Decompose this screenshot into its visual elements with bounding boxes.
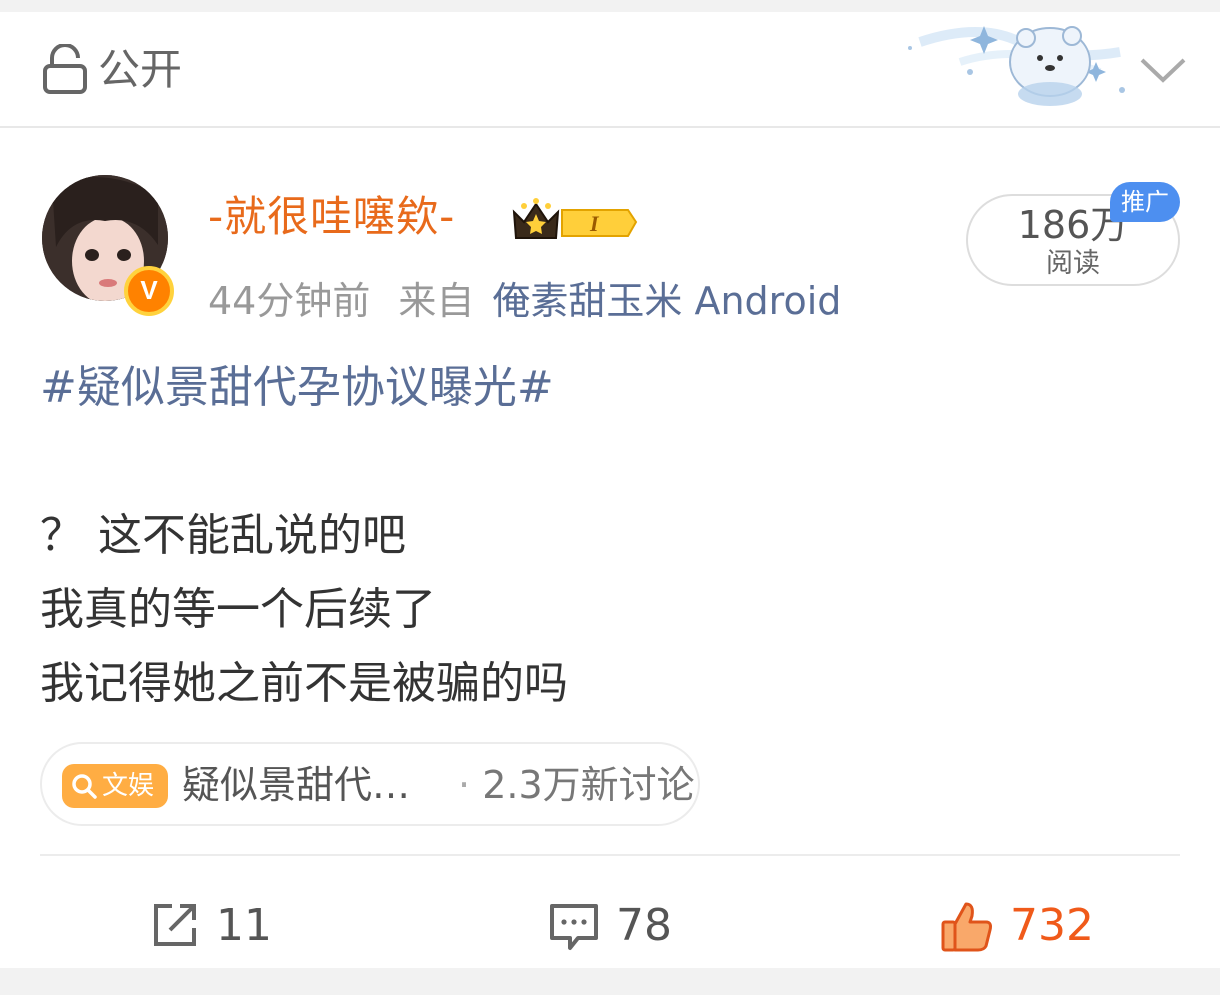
post-text-line: 我记得她之前不是被骗的吗 — [40, 658, 568, 709]
privacy-bar[interactable]: 公开 — [0, 12, 1220, 128]
crown-level-badge[interactable]: I — [510, 198, 638, 246]
topic-title: 疑似景甜代… — [182, 763, 411, 807]
like-count: 732 — [1010, 900, 1094, 951]
share-icon — [154, 904, 196, 946]
hashtag-link[interactable]: #疑似景甜代孕协议曝光# — [40, 358, 554, 418]
post-meta: 44分钟前 来自 俺素甜玉米 Android — [208, 274, 841, 328]
chevron-down-icon[interactable] — [1138, 52, 1188, 88]
comment-count: 78 — [616, 900, 672, 951]
promote-badge[interactable]: 推广 — [1110, 182, 1180, 222]
privacy-label: 公开 — [98, 45, 183, 94]
topic-category-label: 文娱 — [102, 771, 155, 801]
verified-badge: V — [124, 266, 174, 316]
username[interactable]: -就很哇噻欸- — [208, 189, 455, 245]
thumbs-up-icon — [941, 902, 992, 952]
from-label: 来自 — [398, 279, 475, 323]
topic-card[interactable]: 文娱 疑似景甜代… · 2.3万新讨论 — [40, 742, 700, 826]
svg-text:I: I — [589, 211, 600, 236]
topic-count-value: 2.3万新讨论 — [482, 763, 695, 807]
post-text-line: ？ 这不能乱说的吧 — [40, 510, 406, 561]
like-button[interactable]: 732 — [940, 892, 1100, 962]
weibo-post-page: 公开 V -就很哇噻欸- I 44分钟前 来自 俺素甜玉米 Android 18… — [0, 12, 1220, 968]
search-icon — [72, 774, 97, 799]
comment-icon — [550, 904, 598, 950]
lock-icon — [43, 44, 87, 94]
reads-label: 阅读 — [1046, 248, 1100, 279]
post-text-line: 我真的等一个后续了 — [40, 584, 436, 635]
topic-category-tag: 文娱 — [62, 764, 168, 808]
source-app[interactable]: 俺素甜玉米 Android — [492, 279, 841, 323]
topic-discussion-count: · 2.3万新讨论 — [458, 758, 695, 812]
repost-button[interactable]: 11 — [150, 892, 290, 962]
divider — [40, 854, 1180, 856]
bear-sticker-decoration — [908, 26, 1125, 106]
comment-button[interactable]: 78 — [548, 892, 688, 962]
post-time: 44分钟前 — [208, 279, 371, 323]
repost-count: 11 — [216, 900, 272, 951]
topic-separator: · — [458, 763, 471, 807]
